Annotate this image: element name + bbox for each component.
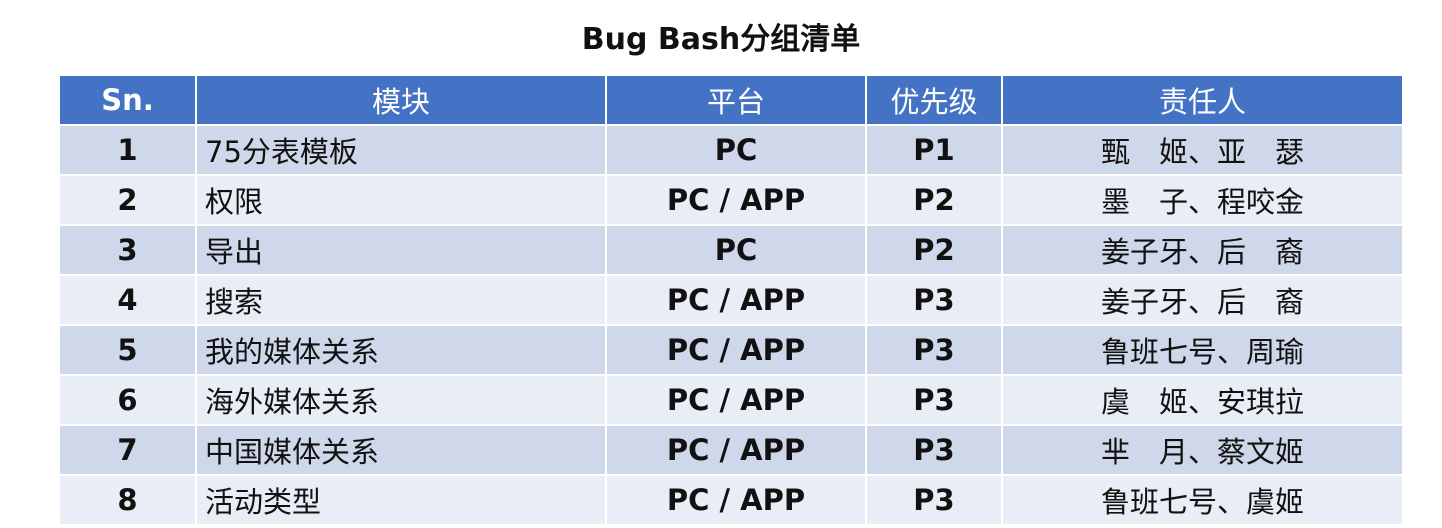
- table-row: 6 海外媒体关系 PC / APP P3 虞 姬、安琪拉: [58, 374, 1404, 426]
- table-row: 4 搜索 PC / APP P3 姜子牙、后 裔: [58, 274, 1404, 326]
- cell-owner: 甄 姬、亚 瑟: [1001, 124, 1404, 176]
- cell-module: 搜索: [195, 274, 607, 326]
- table-row: 1 75分表模板 PC P1 甄 姬、亚 瑟: [58, 124, 1404, 176]
- cell-owner: 姜子牙、后 裔: [1001, 224, 1404, 276]
- cell-owner: 鲁班七号、周瑜: [1001, 324, 1404, 376]
- cell-module: 导出: [195, 224, 607, 276]
- cell-platform: PC: [605, 124, 867, 176]
- table-row: 8 活动类型 PC / APP P3 鲁班七号、虞姬: [58, 474, 1404, 526]
- cell-module: 中国媒体关系: [195, 424, 607, 476]
- cell-platform: PC / APP: [605, 474, 867, 526]
- cell-sn: 5: [58, 324, 197, 376]
- cell-priority: P1: [865, 124, 1003, 176]
- cell-sn: 7: [58, 424, 197, 476]
- cell-sn: 6: [58, 374, 197, 426]
- table-row: 3 导出 PC P2 姜子牙、后 裔: [58, 224, 1404, 276]
- cell-priority: P3: [865, 474, 1003, 526]
- cell-module: 我的媒体关系: [195, 324, 607, 376]
- column-header-owner: 责任人: [1001, 74, 1404, 126]
- cell-platform: PC / APP: [605, 374, 867, 426]
- cell-owner: 芈 月、蔡文姬: [1001, 424, 1404, 476]
- page-title: Bug Bash分组清单: [581, 22, 861, 57]
- cell-module: 活动类型: [195, 474, 607, 526]
- table-row: 5 我的媒体关系 PC / APP P3 鲁班七号、周瑜: [58, 324, 1404, 376]
- cell-owner: 姜子牙、后 裔: [1001, 274, 1404, 326]
- cell-platform: PC / APP: [605, 274, 867, 326]
- cell-owner: 鲁班七号、虞姬: [1001, 474, 1404, 526]
- cell-platform: PC / APP: [605, 324, 867, 376]
- cell-sn: 1: [58, 124, 197, 176]
- column-header-sn: Sn.: [58, 74, 197, 126]
- cell-sn: 3: [58, 224, 197, 276]
- table-header-row: Sn. 模块 平台 优先级 责任人: [58, 74, 1404, 126]
- column-header-module: 模块: [195, 74, 607, 126]
- cell-module: 权限: [195, 174, 607, 226]
- cell-platform: PC: [605, 224, 867, 276]
- cell-priority: P2: [865, 224, 1003, 276]
- cell-platform: PC / APP: [605, 174, 867, 226]
- cell-module: 海外媒体关系: [195, 374, 607, 426]
- table-row: 2 权限 PC / APP P2 墨 子、程咬金: [58, 174, 1404, 226]
- cell-sn: 4: [58, 274, 197, 326]
- cell-sn: 8: [58, 474, 197, 526]
- cell-priority: P3: [865, 424, 1003, 476]
- bug-bash-table: Sn. 模块 平台 优先级 责任人 1 75分表模板 PC P1 甄 姬、亚 瑟…: [58, 74, 1404, 526]
- cell-platform: PC / APP: [605, 424, 867, 476]
- column-header-priority: 优先级: [865, 74, 1003, 126]
- cell-priority: P3: [865, 274, 1003, 326]
- cell-owner: 墨 子、程咬金: [1001, 174, 1404, 226]
- cell-priority: P2: [865, 174, 1003, 226]
- column-header-platform: 平台: [605, 74, 867, 126]
- cell-priority: P3: [865, 374, 1003, 426]
- table-row: 7 中国媒体关系 PC / APP P3 芈 月、蔡文姬: [58, 424, 1404, 476]
- cell-owner: 虞 姬、安琪拉: [1001, 374, 1404, 426]
- cell-priority: P3: [865, 324, 1003, 376]
- cell-sn: 2: [58, 174, 197, 226]
- cell-module: 75分表模板: [195, 124, 607, 176]
